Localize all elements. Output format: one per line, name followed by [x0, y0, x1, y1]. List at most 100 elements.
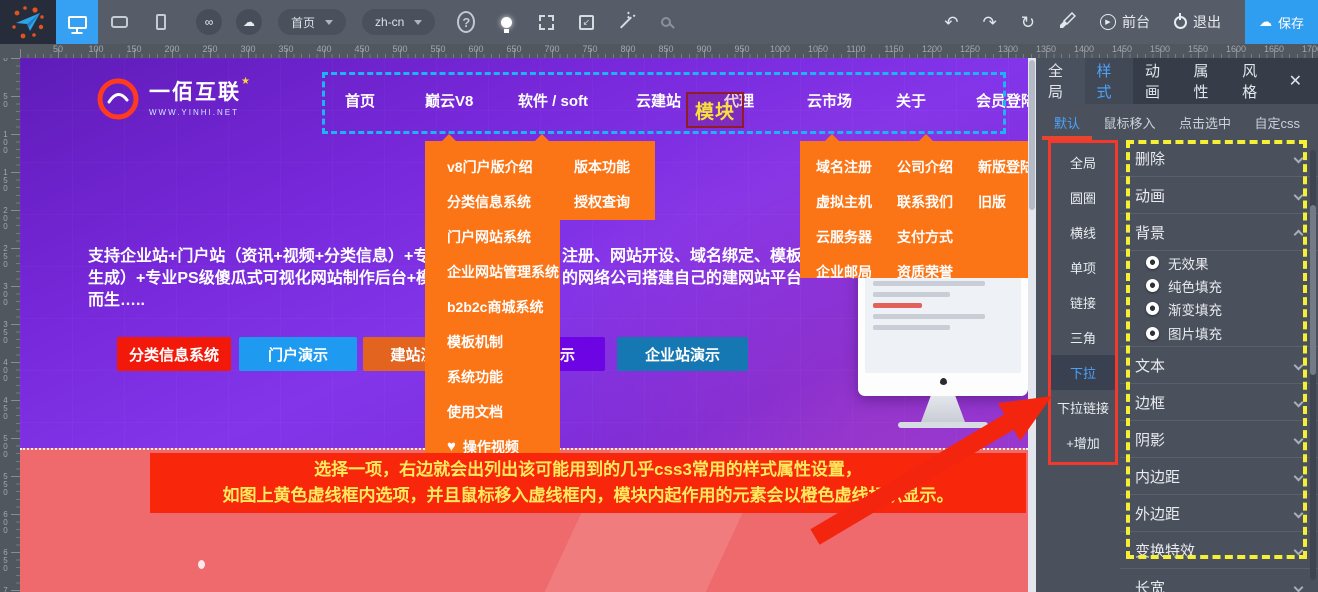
- dropdown-menu-item[interactable]: ♥ 使用文档: [425, 394, 560, 429]
- element-state-item[interactable]: 圆圈: [1051, 180, 1115, 215]
- style-section-row[interactable]: 动画: [1120, 177, 1318, 214]
- fullscreen-button[interactable]: [537, 13, 555, 31]
- nav-item[interactable]: 软件 / soft: [518, 90, 588, 111]
- close-panel-button[interactable]: ✕: [1279, 58, 1312, 104]
- element-state-item[interactable]: 横线: [1051, 215, 1115, 250]
- dropdown-menu-item[interactable]: 联系我们: [897, 184, 978, 219]
- panel-tab[interactable]: 动画: [1133, 58, 1182, 104]
- style-section-row[interactable]: 删除: [1120, 140, 1318, 177]
- panel-state-tab[interactable]: 自定css: [1254, 104, 1300, 140]
- panel-state-tab[interactable]: 默认: [1054, 104, 1080, 140]
- ruler-label: 350: [267, 44, 305, 55]
- save-button[interactable]: ☁ 保存: [1245, 0, 1318, 44]
- radio-icon[interactable]: [1146, 279, 1159, 292]
- scrollbar-thumb[interactable]: [1029, 60, 1035, 210]
- nav-item[interactable]: 巅云V8: [425, 90, 473, 111]
- panel-scrollbar[interactable]: [1310, 150, 1316, 580]
- exit-button[interactable]: 退出: [1174, 12, 1221, 32]
- style-section-row[interactable]: 边框: [1120, 384, 1318, 421]
- dropdown-menu-item[interactable]: ♥ 模板机制: [425, 324, 560, 359]
- demo-button[interactable]: 门户演示: [239, 337, 357, 371]
- dropdown-menu-item[interactable]: ♥ 企业网站管理系统: [425, 254, 560, 289]
- style-section-row[interactable]: 长宽: [1120, 569, 1318, 592]
- demo-button[interactable]: 企业站演示: [617, 337, 748, 371]
- dropdown-menu-item[interactable]: 虚拟主机: [816, 184, 897, 219]
- clean-brush-button[interactable]: [1059, 12, 1076, 32]
- style-section-row[interactable]: 变换特效: [1120, 532, 1318, 569]
- dropdown-menu-item[interactable]: ♥ 系统功能: [425, 359, 560, 394]
- style-section-row[interactable]: 外边距: [1120, 495, 1318, 532]
- element-state-item[interactable]: 下拉: [1051, 355, 1115, 390]
- dropdown-menu-item[interactable]: 授权查询: [560, 184, 655, 219]
- redo-button[interactable]: ↷: [982, 14, 996, 31]
- dropdown-menu-item[interactable]: ♥ v8门户版介绍: [425, 149, 560, 184]
- panel-state-tab[interactable]: 点击选中: [1179, 104, 1231, 140]
- chevron-down-icon: [1294, 434, 1304, 444]
- element-state-item[interactable]: 下拉链接: [1051, 390, 1115, 425]
- nav-item[interactable]: 关于: [896, 90, 926, 111]
- element-state-item[interactable]: 三角: [1051, 320, 1115, 355]
- help-button[interactable]: ?: [457, 13, 475, 31]
- demo-button[interactable]: 分类信息系统: [117, 337, 231, 371]
- element-state-item[interactable]: 全局: [1051, 145, 1115, 180]
- link-button[interactable]: ∞: [196, 9, 222, 35]
- style-section-row[interactable]: 文本: [1120, 347, 1318, 384]
- panel-tab[interactable]: 风格: [1230, 58, 1279, 104]
- panel-tab[interactable]: 样式: [1085, 58, 1134, 104]
- magic-wand-button[interactable]: [617, 13, 635, 31]
- canvas-scrollbar[interactable]: [1028, 58, 1036, 592]
- nav-item[interactable]: 云建站: [636, 90, 681, 111]
- tablet-view-button[interactable]: [98, 0, 140, 44]
- nav-item[interactable]: 云市场: [807, 90, 852, 111]
- desktop-view-button[interactable]: [56, 0, 98, 44]
- nav-item[interactable]: 会员登陆: [976, 90, 1028, 111]
- dropdown-menu-item[interactable]: 新版登陆: [978, 149, 1028, 184]
- radio-icon[interactable]: [1146, 256, 1159, 269]
- chevron-down-icon: [1294, 229, 1304, 239]
- dropdown-menu-item[interactable]: ♥ 分类信息系统: [425, 184, 560, 219]
- panel-state-tab[interactable]: 鼠标移入: [1103, 104, 1155, 140]
- style-section-row[interactable]: 内边距: [1120, 458, 1318, 495]
- site-logo[interactable]: 一佰互联★ WWW.YINHI.NET: [95, 76, 252, 122]
- chevron-down-icon: [1294, 153, 1304, 163]
- dropdown-menu-item[interactable]: ♥ b2b2c商城系统: [425, 289, 560, 324]
- dropdown-menu-item[interactable]: 版本功能: [560, 149, 655, 184]
- star-icon: ★: [241, 76, 252, 87]
- panel-tab[interactable]: 属性: [1182, 58, 1231, 104]
- dropdown-menu-item[interactable]: 域名注册: [816, 149, 897, 184]
- style-section-row[interactable]: 渐变填充: [1120, 297, 1318, 320]
- dropdown-menu-item[interactable]: ♥ 门户网站系统: [425, 219, 560, 254]
- style-section-row[interactable]: 无效果: [1120, 251, 1318, 274]
- element-state-item[interactable]: 单项: [1051, 250, 1115, 285]
- dropdown-menu-item[interactable]: 云服务器: [816, 219, 897, 254]
- dropdown-menu-item[interactable]: 企业邮局: [816, 254, 897, 289]
- link-icon: ∞: [205, 15, 214, 29]
- dropdown-menu-item[interactable]: 公司介绍: [897, 149, 978, 184]
- tips-button[interactable]: [497, 13, 515, 31]
- nav-item[interactable]: 首页: [345, 90, 375, 111]
- page-select[interactable]: 首页: [278, 9, 346, 35]
- cloud-button[interactable]: ☁: [236, 9, 262, 35]
- radio-icon[interactable]: [1146, 302, 1159, 315]
- style-section-row[interactable]: 纯色填充: [1120, 274, 1318, 297]
- product-dropdown-menu: ♥ v8门户版介绍 ♥ 分类信息系统 ♥ 门户网站系统 ♥ 企业网站管理系统 ♥…: [425, 141, 560, 457]
- style-section-row[interactable]: 背景: [1120, 214, 1318, 251]
- dropdown-menu-item[interactable]: 旧版: [978, 184, 1028, 219]
- style-section-row[interactable]: 图片填充: [1120, 320, 1318, 347]
- front-preview-button[interactable]: ▶ 前台: [1100, 12, 1150, 32]
- zoom-tool-button[interactable]: [657, 13, 675, 31]
- power-icon: [1174, 16, 1187, 29]
- dropdown-menu-item[interactable]: 资质荣誉: [897, 254, 978, 289]
- style-section-row[interactable]: 阴影: [1120, 421, 1318, 458]
- scrollbar-thumb[interactable]: [1310, 205, 1316, 375]
- radio-icon[interactable]: [1146, 327, 1159, 340]
- reset-button[interactable]: ↻: [1021, 14, 1035, 31]
- element-state-item[interactable]: +增加: [1051, 425, 1115, 460]
- import-button[interactable]: ↙: [577, 13, 595, 31]
- language-select[interactable]: zh-cn: [362, 9, 435, 35]
- phone-view-button[interactable]: [140, 0, 182, 44]
- undo-button[interactable]: ↶: [944, 14, 958, 31]
- dropdown-menu-item[interactable]: 支付方式: [897, 219, 978, 254]
- element-state-item[interactable]: 链接: [1051, 285, 1115, 320]
- panel-tab[interactable]: 全局: [1036, 58, 1085, 104]
